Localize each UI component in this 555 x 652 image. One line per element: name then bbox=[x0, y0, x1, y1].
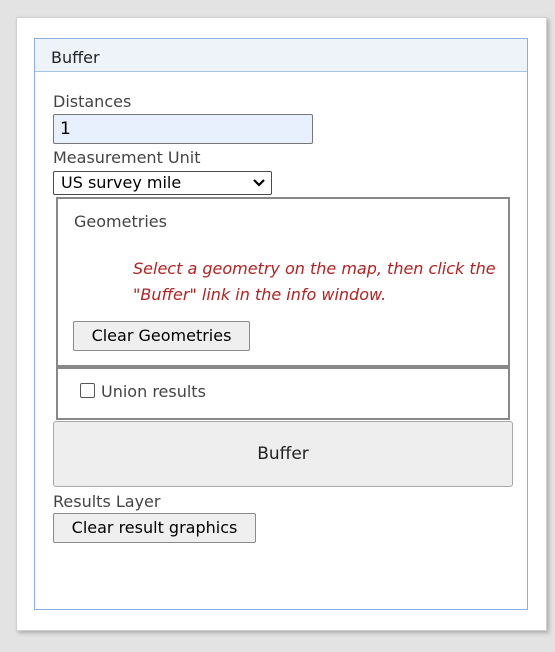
measurement-unit-value: US survey mile bbox=[61, 173, 182, 192]
clear-result-graphics-button[interactable]: Clear result graphics bbox=[53, 513, 256, 543]
distances-label: Distances bbox=[53, 92, 132, 111]
results-layer-label: Results Layer bbox=[53, 492, 161, 511]
measurement-unit-select[interactable]: US survey mile bbox=[53, 171, 272, 195]
buffer-button[interactable]: Buffer bbox=[53, 421, 513, 487]
widget-title-bar: Buffer bbox=[35, 39, 527, 72]
union-results-checkbox[interactable] bbox=[80, 383, 95, 398]
geometries-title: Geometries bbox=[74, 212, 167, 231]
union-results-label: Union results bbox=[101, 382, 206, 401]
clear-geometries-button[interactable]: Clear Geometries bbox=[73, 321, 250, 351]
measurement-unit-label: Measurement Unit bbox=[53, 148, 201, 167]
geometries-instruction: Select a geometry on the map, then click… bbox=[133, 259, 496, 304]
widget-title: Buffer bbox=[51, 48, 100, 67]
distances-input[interactable] bbox=[53, 114, 313, 144]
chevron-down-icon bbox=[253, 171, 265, 197]
